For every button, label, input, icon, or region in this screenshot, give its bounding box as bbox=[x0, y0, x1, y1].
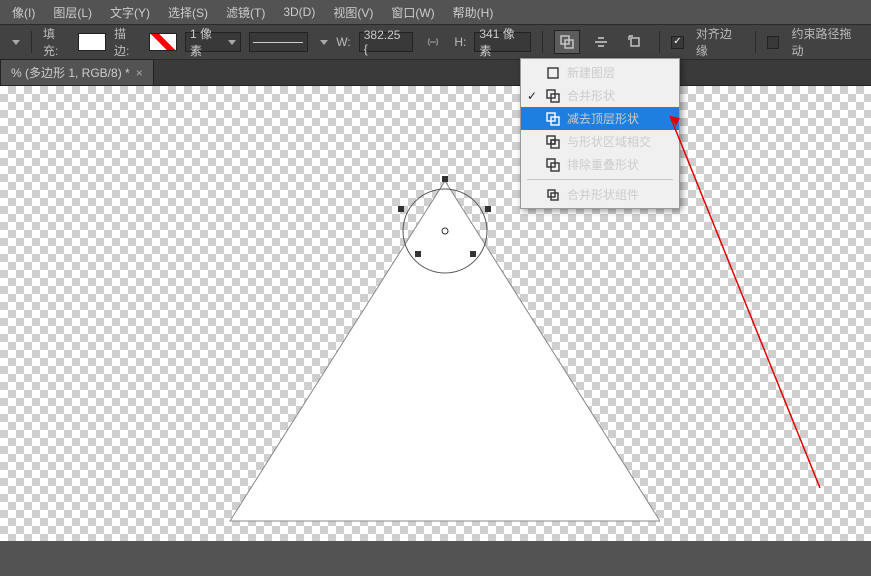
document-tab-title: % (多边形 1, RGB/8) * bbox=[11, 64, 130, 81]
stroke-label: 描边: bbox=[114, 25, 141, 59]
stroke-width-value: 1 像素 bbox=[190, 25, 224, 59]
path-align-button[interactable] bbox=[588, 30, 614, 54]
path-arrange-button[interactable] bbox=[622, 30, 648, 54]
menu-bar: 像(I) 图层(L) 文字(Y) 选择(S) 滤镜(T) 3D(D) 视图(V)… bbox=[0, 0, 871, 24]
path-ops-button[interactable] bbox=[554, 30, 580, 54]
menu-window[interactable]: 窗口(W) bbox=[383, 1, 442, 24]
align-edges-label: 对齐边缘 bbox=[696, 25, 744, 59]
intersect-icon bbox=[545, 134, 561, 150]
menu-filter[interactable]: 滤镜(T) bbox=[218, 1, 273, 24]
menu-text[interactable]: 文字(Y) bbox=[102, 1, 158, 24]
constrain-path-label: 约束路径拖动 bbox=[791, 25, 863, 59]
menu-view[interactable]: 视图(V) bbox=[325, 1, 381, 24]
document-tabs: % (多边形 1, RGB/8) * × bbox=[0, 60, 871, 86]
menu-select[interactable]: 选择(S) bbox=[160, 1, 216, 24]
width-input[interactable]: 382.25 { bbox=[359, 32, 413, 52]
tool-preset-dropdown[interactable] bbox=[12, 40, 20, 45]
height-input[interactable]: 341 像素 bbox=[474, 32, 531, 52]
merge-icon bbox=[545, 187, 561, 203]
menu-combine-shapes[interactable]: ✓ 合并形状 bbox=[521, 84, 679, 107]
align-edges-checkbox[interactable] bbox=[671, 36, 684, 49]
subtract-icon bbox=[545, 111, 561, 127]
menu-subtract-front[interactable]: 减去顶层形状 bbox=[521, 107, 679, 130]
path-operations-menu: 新建图层 ✓ 合并形状 减去顶层形状 与形状区域相交 排除重叠形状 合并形状组件 bbox=[520, 58, 680, 209]
link-icon[interactable] bbox=[421, 30, 447, 54]
combine-icon bbox=[545, 88, 561, 104]
menu-intersect[interactable]: 与形状区域相交 bbox=[521, 130, 679, 153]
stroke-style-select[interactable] bbox=[249, 32, 309, 52]
width-label: W: bbox=[336, 35, 350, 49]
menu-new-layer[interactable]: 新建图层 bbox=[521, 61, 679, 84]
menu-exclude[interactable]: 排除重叠形状 bbox=[521, 153, 679, 176]
menu-image[interactable]: 像(I) bbox=[4, 1, 43, 24]
exclude-icon bbox=[545, 157, 561, 173]
height-label: H: bbox=[454, 35, 466, 49]
options-bar: 填充: 描边: 1 像素 W: 382.25 { H: 341 像素 对齐边缘 … bbox=[0, 24, 871, 60]
menu-layer[interactable]: 图层(L) bbox=[45, 1, 100, 24]
stroke-width-select[interactable]: 1 像素 bbox=[185, 32, 241, 52]
menu-help[interactable]: 帮助(H) bbox=[445, 1, 502, 24]
canvas[interactable] bbox=[0, 86, 871, 541]
shape-artwork bbox=[160, 176, 660, 576]
document-tab[interactable]: % (多边形 1, RGB/8) * × bbox=[0, 59, 154, 85]
constrain-path-checkbox[interactable] bbox=[767, 36, 780, 49]
new-layer-icon bbox=[545, 65, 561, 81]
close-tab-icon[interactable]: × bbox=[136, 66, 143, 80]
stroke-swatch[interactable] bbox=[149, 33, 177, 51]
fill-swatch[interactable] bbox=[78, 33, 106, 51]
menu-3d[interactable]: 3D(D) bbox=[275, 2, 323, 22]
chevron-down-icon[interactable] bbox=[320, 40, 328, 45]
fill-label: 填充: bbox=[43, 25, 70, 59]
menu-merge-components[interactable]: 合并形状组件 bbox=[521, 183, 679, 206]
chevron-down-icon bbox=[228, 40, 236, 45]
